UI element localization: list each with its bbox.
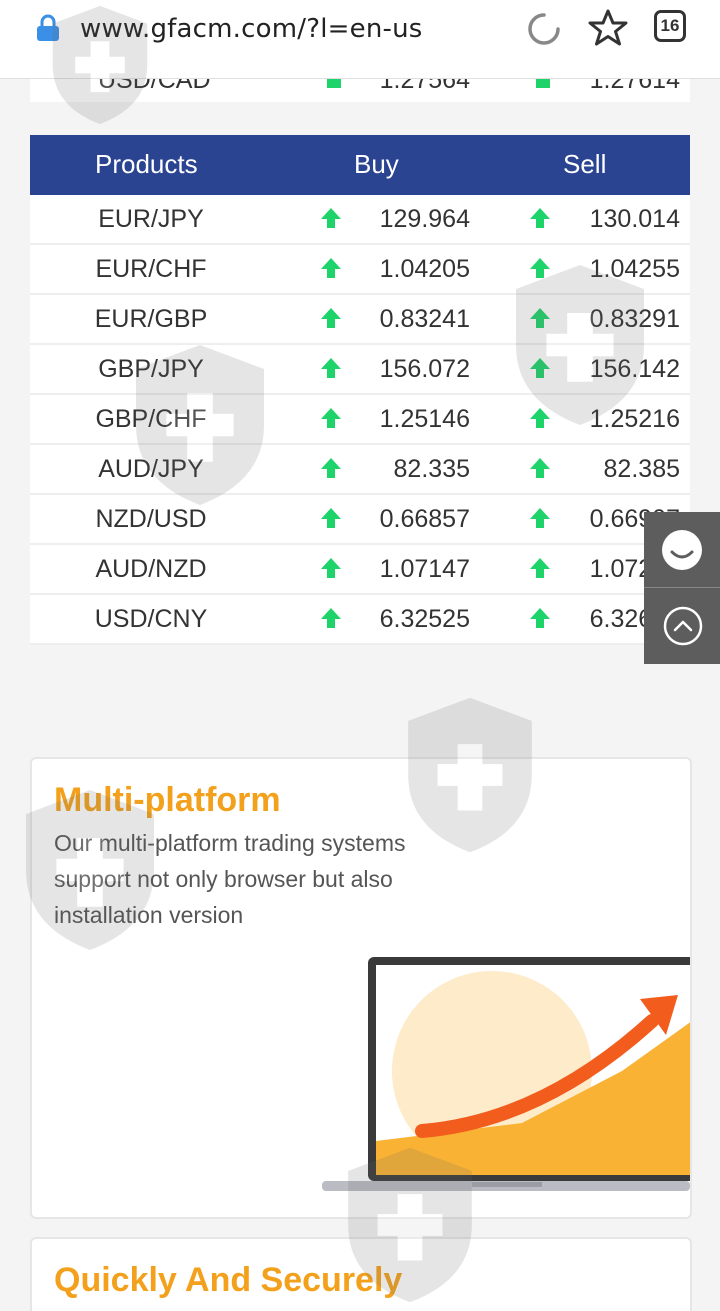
pair-label: EUR/GBP xyxy=(94,305,208,333)
buy-price: 1.07147 xyxy=(379,555,470,583)
table-row[interactable]: AUD/JPY 82.335 82.385 xyxy=(30,445,690,495)
table-row[interactable]: USD/CNY 6.32525 6.32625 xyxy=(30,595,690,645)
up-arrow-icon xyxy=(321,308,341,328)
tab-count-button[interactable]: 16 xyxy=(654,10,686,42)
sell-price: 1.04255 xyxy=(589,255,680,283)
buy-price: 1.04205 xyxy=(379,255,470,283)
up-arrow-icon xyxy=(321,208,341,228)
buy-price: 156.072 xyxy=(379,355,470,383)
sell-price: 82.385 xyxy=(603,455,680,483)
browser-address-bar: www.gfacm.com/?l=en-us 16 xyxy=(0,0,720,79)
card-description: Our multi-platform trading systems suppo… xyxy=(54,830,406,928)
lock-icon[interactable] xyxy=(34,14,62,42)
pair-label: EUR/CHF xyxy=(95,255,207,283)
up-arrow-icon xyxy=(321,358,341,378)
url-field[interactable]: www.gfacm.com/?l=en-us xyxy=(80,14,423,44)
up-arrow-icon xyxy=(530,208,550,228)
table-row[interactable]: EUR/GBP 0.83241 0.83291 xyxy=(30,295,690,345)
table-body: EUR/JPY 129.964 130.014 EUR/CHF 1.04205 1.042… xyxy=(30,195,690,645)
card-title: Multi-platform xyxy=(54,781,281,819)
table-row[interactable]: EUR/JPY 129.964 130.014 xyxy=(30,195,690,245)
reload-icon[interactable] xyxy=(525,10,563,48)
up-arrow-icon xyxy=(321,458,341,478)
pair-label: GBP/JPY xyxy=(98,355,204,383)
divider xyxy=(644,587,720,588)
table-header: Products Buy Sell xyxy=(30,135,690,195)
sell-price: 130.014 xyxy=(589,205,680,233)
buy-price: 6.32525 xyxy=(379,605,470,633)
laptop-illustration xyxy=(322,957,690,1191)
pair-label: USD/CNY xyxy=(94,605,208,633)
header-products: Products xyxy=(95,149,198,179)
up-arrow-icon xyxy=(530,358,550,378)
feature-card-quickly-securely: Quickly And Securely xyxy=(30,1237,692,1311)
table-row[interactable]: NZD/USD 0.66857 0.66907 xyxy=(30,495,690,545)
buy-price: 1.25146 xyxy=(379,405,470,433)
up-arrow-icon xyxy=(530,558,550,578)
header-buy: Buy xyxy=(354,149,399,179)
up-arrow-icon xyxy=(530,408,550,428)
up-arrow-icon xyxy=(321,408,341,428)
chevron-up-icon[interactable] xyxy=(663,606,703,646)
chat-icon[interactable] xyxy=(658,526,706,574)
table-row[interactable]: EUR/CHF 1.04205 1.04255 xyxy=(30,245,690,295)
buy-price: 129.964 xyxy=(379,205,470,233)
feature-card-multi-platform: Multi-platform Our multi-platform tradin… xyxy=(30,757,692,1219)
up-arrow-icon xyxy=(321,558,341,578)
up-arrow-icon xyxy=(321,508,341,528)
buy-price: 82.335 xyxy=(393,455,470,483)
pair-label: AUD/JPY xyxy=(98,455,204,483)
up-arrow-icon xyxy=(530,608,550,628)
pair-label: AUD/NZD xyxy=(95,555,207,583)
up-arrow-icon xyxy=(530,508,550,528)
quote-table: Products Buy Sell EUR/JPY 129.964 130.014 E… xyxy=(30,135,690,645)
pair-label: NZD/USD xyxy=(95,505,207,533)
sell-price: 0.83291 xyxy=(589,305,680,333)
floating-toolbar xyxy=(644,512,720,664)
header-sell: Sell xyxy=(563,149,607,179)
up-arrow-icon xyxy=(321,258,341,278)
up-arrow-icon xyxy=(530,458,550,478)
table-row[interactable]: GBP/JPY 156.072 156.142 xyxy=(30,345,690,395)
sell-price: 1.25216 xyxy=(589,405,680,433)
page: www.gfacm.com/?l=en-us 16 USD/CAD 1.2756… xyxy=(0,0,720,1311)
card-title: Quickly And Securely xyxy=(54,1261,403,1299)
sell-price: 156.142 xyxy=(589,355,680,383)
up-arrow-icon xyxy=(530,308,550,328)
star-icon[interactable] xyxy=(588,8,628,48)
table-row[interactable]: AUD/NZD 1.07147 1.07217 xyxy=(30,545,690,595)
pair-label: GBP/CHF xyxy=(95,405,207,433)
up-arrow-icon xyxy=(530,258,550,278)
up-arrow-icon xyxy=(321,608,341,628)
pair-label: EUR/JPY xyxy=(98,205,204,233)
buy-price: 0.83241 xyxy=(379,305,470,333)
table-row[interactable]: GBP/CHF 1.25146 1.25216 xyxy=(30,395,690,445)
buy-price: 0.66857 xyxy=(379,505,470,533)
